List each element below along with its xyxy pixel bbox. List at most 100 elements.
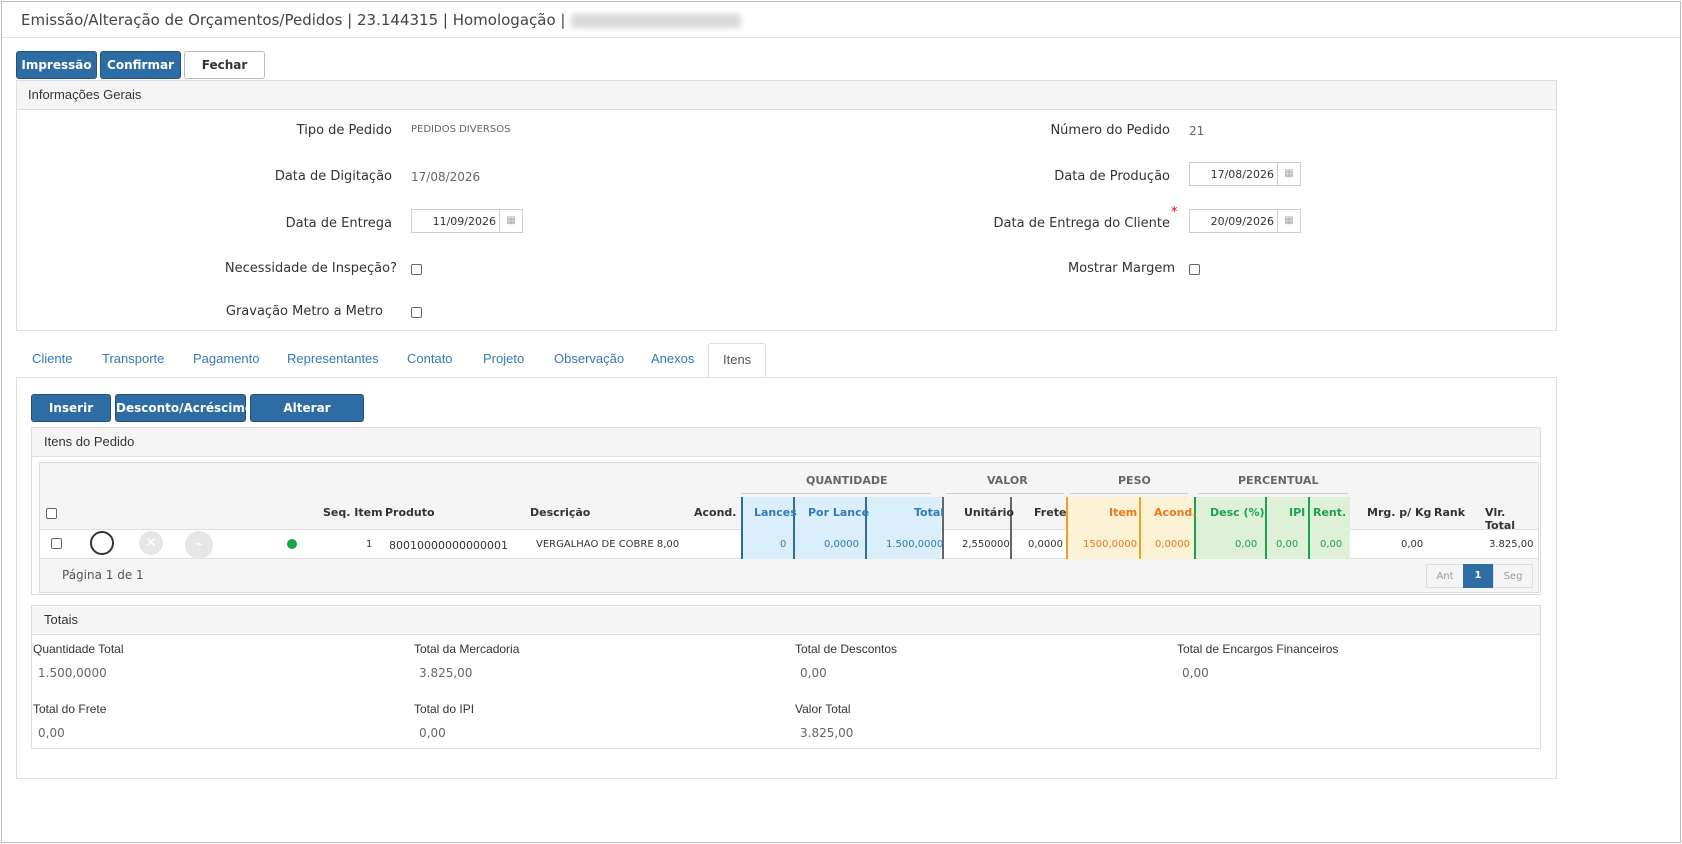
tab-contato[interactable]: Contato xyxy=(407,343,453,377)
tipo-pedido-label: Tipo de Pedido xyxy=(296,123,392,138)
inspecao-label: Necessidade de Inspeção? xyxy=(224,261,397,276)
row-seq: 1 xyxy=(366,539,373,550)
general-info-heading: Informações Gerais xyxy=(17,81,1556,110)
col-peso-item[interactable]: Item xyxy=(1109,506,1137,519)
edit-row-icon[interactable] xyxy=(90,531,114,555)
divider xyxy=(1070,493,1188,494)
data-entrega-cliente-label: Data de Entrega do Cliente xyxy=(993,216,1170,231)
col-rank[interactable]: Rank xyxy=(1434,506,1465,519)
gravacao-label: Gravação Metro a Metro xyxy=(225,304,383,319)
row-ipi: 0,00 xyxy=(1276,539,1299,550)
redacted-user xyxy=(571,13,742,28)
data-digitacao-label: Data de Digitação xyxy=(274,169,392,184)
totals-heading: Totais xyxy=(32,606,1540,635)
current-page-button[interactable]: 1 xyxy=(1463,564,1493,588)
divider xyxy=(1198,493,1348,494)
row-total: 1.500,0000 xyxy=(886,539,944,550)
select-all-checkbox[interactable] xyxy=(46,508,57,519)
data-entrega-cliente-input[interactable]: 20/09/2026 ▦ xyxy=(1189,209,1301,233)
inspecao-checkbox[interactable] xyxy=(411,264,422,275)
divider xyxy=(1308,497,1310,559)
totals-panel: Totais xyxy=(31,605,1541,749)
data-entrega-label: Data de Entrega xyxy=(285,216,392,231)
total-mercadoria-label: Total da Mercadoria xyxy=(414,642,520,656)
row-mrg: 0,00 xyxy=(1401,539,1424,550)
tab-itens[interactable]: Itens xyxy=(708,343,767,380)
data-entrega-value: 11/09/2026 xyxy=(432,215,496,228)
col-mrg-kg[interactable]: Mrg. p/ Kg xyxy=(1367,506,1431,519)
calendar-icon[interactable]: ▦ xyxy=(1277,210,1300,232)
discount-button[interactable]: Desconto/Acréscimo xyxy=(115,394,253,422)
col-rent[interactable]: Rent. xyxy=(1313,506,1346,519)
total-descontos-value: 0,00 xyxy=(800,666,827,680)
general-info-panel: Informações Gerais xyxy=(16,80,1557,331)
data-entrega-input[interactable]: 11/09/2026 ▦ xyxy=(411,209,523,233)
mostrar-margem-checkbox[interactable] xyxy=(1189,264,1200,275)
data-producao-input[interactable]: 17/08/2026 ▦ xyxy=(1189,162,1301,186)
close-button[interactable]: Fechar xyxy=(184,51,265,79)
total-mercadoria-value: 3.825,00 xyxy=(419,666,473,680)
col-peso-acond[interactable]: Acond. xyxy=(1154,506,1196,519)
divider xyxy=(741,497,743,559)
group-peso: PESO xyxy=(1118,474,1151,487)
col-ipi[interactable]: IPI xyxy=(1289,506,1305,519)
delete-row-icon[interactable]: ✕ xyxy=(139,531,163,555)
col-desc[interactable]: Desc (%) xyxy=(1210,506,1265,519)
row-lances: 0 xyxy=(780,539,787,550)
row-vlr-total: 3.825,00 xyxy=(1489,539,1534,550)
items-panel-heading: Itens do Pedido xyxy=(32,428,1540,457)
col-lances[interactable]: Lances xyxy=(754,506,797,519)
alter-cfop-button[interactable]: Alterar CFOP/CIO xyxy=(250,394,364,441)
divider xyxy=(946,493,1064,494)
tab-transporte[interactable]: Transporte xyxy=(102,343,164,377)
tab-observacao[interactable]: Observação xyxy=(554,343,624,377)
grid-footer xyxy=(40,559,1538,592)
gravacao-checkbox[interactable] xyxy=(411,307,422,318)
divider xyxy=(741,493,931,494)
row-peso-acond: 0,0000 xyxy=(1155,539,1190,550)
row-peso-item: 1500,0000 xyxy=(1083,539,1138,550)
total-frete-label: Total do Frete xyxy=(33,702,107,716)
data-producao-label: Data de Produção xyxy=(1054,169,1170,184)
tab-pagamento[interactable]: Pagamento xyxy=(193,343,260,377)
app-window: Emissão/Alteração de Orçamentos/Pedidos … xyxy=(1,1,1681,843)
row-por-lance: 0,0000 xyxy=(824,539,859,550)
total-encargos-label: Total de Encargos Financeiros xyxy=(1177,642,1339,656)
tab-anexos[interactable]: Anexos xyxy=(651,343,694,377)
row-descricao: VERGALHAO DE COBRE 8,00 xyxy=(536,539,680,550)
col-por-lance[interactable]: Por Lance xyxy=(808,506,869,519)
row-checkbox[interactable] xyxy=(51,538,62,549)
total-descontos-label: Total de Descontos xyxy=(795,642,898,656)
calendar-icon[interactable]: ▦ xyxy=(499,210,522,232)
col-produto[interactable]: Produto xyxy=(385,506,435,519)
tab-representantes[interactable]: Representantes xyxy=(287,343,379,377)
chart-icon[interactable]: ⌁ xyxy=(185,531,213,559)
divider xyxy=(1265,497,1267,559)
valor-total-value: 3.825,00 xyxy=(800,726,854,740)
col-total[interactable]: Total xyxy=(914,506,944,519)
data-digitacao-value: 17/08/2026 xyxy=(411,170,481,184)
tab-cliente[interactable]: Cliente xyxy=(32,343,72,377)
print-button[interactable]: Impressão xyxy=(16,51,97,79)
total-ipi-label: Total do IPI xyxy=(414,702,475,716)
confirm-button[interactable]: Confirmar xyxy=(100,51,181,79)
col-unitario[interactable]: Unitário xyxy=(964,506,1014,519)
insert-button[interactable]: Inserir xyxy=(31,394,111,422)
divider xyxy=(1139,497,1141,559)
calendar-icon[interactable]: ▦ xyxy=(1277,163,1300,185)
total-ipi-value: 0,00 xyxy=(419,726,446,740)
tab-bar: Cliente Transporte Pagamento Representan… xyxy=(17,343,1572,380)
next-page-button[interactable]: Seg xyxy=(1493,564,1533,588)
col-descricao[interactable]: Descrição xyxy=(530,506,590,519)
status-dot-icon xyxy=(287,539,297,549)
col-vlr-total[interactable]: Vlr. Total xyxy=(1485,506,1538,532)
tipo-pedido-value: PEDIDOS DIVERSOS xyxy=(411,124,511,135)
row-desc: 0,00 xyxy=(1235,539,1258,550)
col-frete[interactable]: Frete xyxy=(1034,506,1066,519)
col-seq-item[interactable]: Seq. Item xyxy=(323,506,383,519)
tab-projeto[interactable]: Projeto xyxy=(483,343,524,377)
prev-page-button[interactable]: Ant xyxy=(1426,564,1464,588)
col-acond[interactable]: Acond. xyxy=(694,506,736,519)
row-frete: 0,0000 xyxy=(1028,539,1063,550)
title-text: Emissão/Alteração de Orçamentos/Pedidos … xyxy=(21,11,566,29)
